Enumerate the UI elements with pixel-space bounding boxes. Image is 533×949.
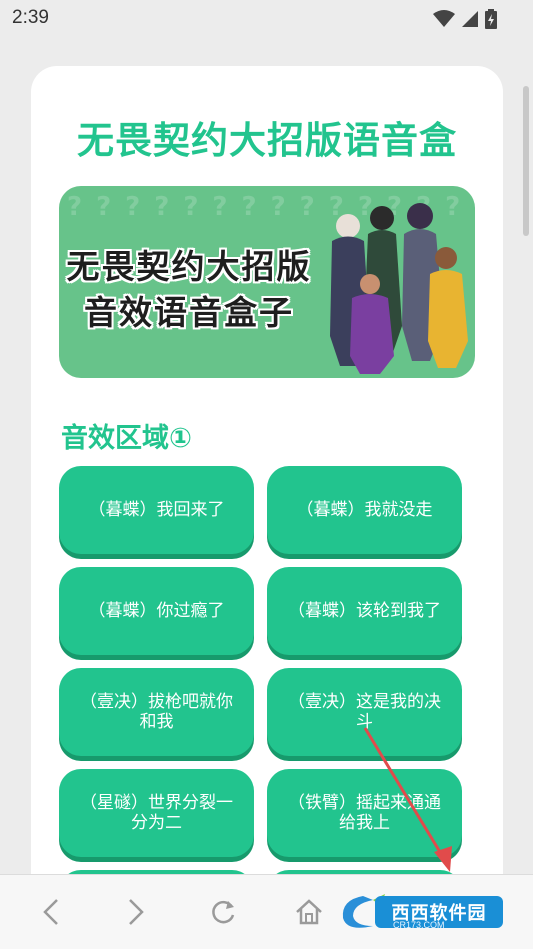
sound-button[interactable]: （暮蝶）你过瘾了	[59, 567, 254, 655]
watermark-subtext: CR173.COM	[393, 920, 445, 930]
sound-button[interactable]: （铁臂）摇起来通通给我上	[267, 769, 462, 857]
sound-button[interactable]: （壹决）这是我的决斗	[267, 668, 462, 756]
wifi-icon	[433, 10, 455, 27]
section-title: 音效区域①	[61, 423, 192, 454]
banner-line-2: 音效语音盒子	[84, 293, 294, 332]
status-time: 2:39	[12, 7, 49, 28]
status-bar: 2:39	[0, 0, 533, 36]
sound-button[interactable]: （星礈）世界分裂一分为二	[59, 769, 254, 857]
sound-button[interactable]: （壹决）拔枪吧就你和我	[59, 668, 254, 756]
home-icon[interactable]	[294, 897, 324, 927]
scrollbar[interactable]	[523, 86, 529, 236]
sound-button[interactable]: （暮蝶）该轮到我了	[267, 567, 462, 655]
web-content[interactable]: 无畏契约大招版语音盒 ?????????????????????????????…	[0, 36, 533, 874]
sound-button-grid: （暮蝶）我回来了 （暮蝶）我就没走 （暮蝶）你过瘾了 （暮蝶）该轮到我了 （壹决…	[59, 466, 463, 874]
sound-button[interactable]: （暮蝶）我就没走	[267, 466, 462, 554]
sound-button[interactable]: （暮蝶）我回来了	[59, 466, 254, 554]
signal-icon	[462, 11, 478, 27]
status-icons	[433, 9, 497, 29]
forward-icon[interactable]	[125, 897, 147, 927]
page-title: 无畏契约大招版语音盒	[77, 119, 457, 162]
banner-line-1: 无畏契约大招版	[66, 247, 312, 286]
battery-icon	[485, 9, 497, 29]
characters-illustration	[330, 203, 468, 374]
banner-image: ????????????????????????????????????????…	[59, 186, 475, 378]
refresh-icon[interactable]	[208, 897, 238, 927]
main-card: 无畏契约大招版语音盒 ?????????????????????????????…	[31, 66, 503, 874]
watermark-logo: 西西软件园 CR173.COM	[333, 890, 513, 934]
back-icon[interactable]	[40, 897, 62, 927]
